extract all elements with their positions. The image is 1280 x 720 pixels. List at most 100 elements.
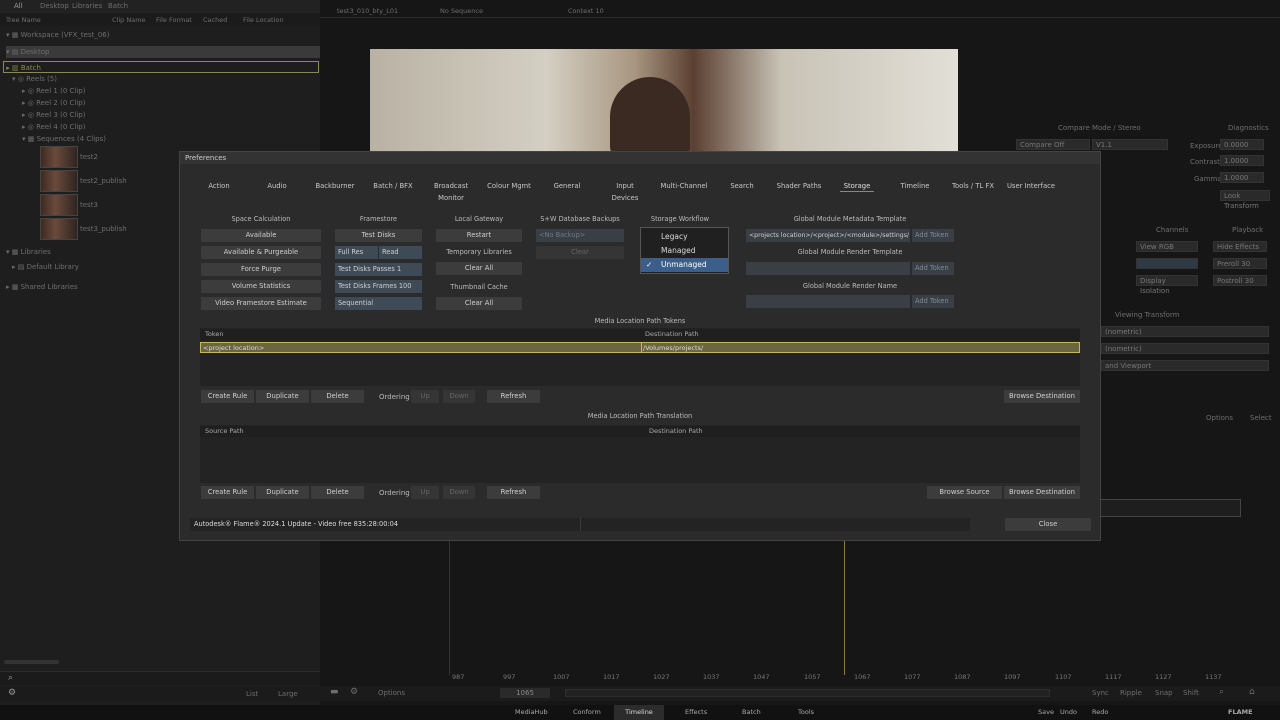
volume-statistics-button[interactable]: Volume Statistics (201, 280, 321, 293)
duplicate-button[interactable]: Duplicate (256, 390, 309, 403)
move-down-button[interactable]: Down (443, 486, 475, 499)
storage-workflow-menu[interactable]: Legacy Managed ✓ Unmanaged (640, 227, 729, 274)
tab-shader-paths[interactable]: Shader Paths (776, 180, 822, 192)
tab-effects[interactable]: Effects (685, 705, 707, 720)
col-destination-path[interactable]: Destination Path (649, 426, 703, 437)
duplicate-button[interactable]: Duplicate (256, 486, 309, 499)
gear-icon[interactable]: ⚙ (8, 688, 16, 698)
tab-timeline[interactable]: Timeline (614, 705, 664, 720)
metadata-template-field[interactable]: <projects location>/<project>/<module>/s… (746, 229, 910, 242)
move-up-button[interactable]: Up (411, 390, 439, 403)
sequential-dropdown[interactable]: Sequential (335, 297, 422, 310)
render-name-field[interactable] (746, 295, 910, 308)
create-rule-button[interactable]: Create Rule (201, 390, 254, 403)
read-dropdown[interactable]: Read (379, 246, 422, 259)
tab-user-interface[interactable]: User Interface (1006, 180, 1056, 192)
viewer-tab-context[interactable]: Context 10 (568, 4, 604, 18)
render-template-add-token-dropdown[interactable]: Add Token (912, 262, 954, 275)
contrast-field[interactable]: 1.0000 (1220, 155, 1264, 166)
options-dropdown[interactable]: Options (1206, 414, 1233, 422)
render-name-add-token-dropdown[interactable]: Add Token (912, 295, 954, 308)
test-disks-passes-field[interactable]: Test Disks Passes 1 (335, 263, 422, 276)
force-purge-button[interactable]: Force Purge (201, 263, 321, 276)
menu-item-unmanaged[interactable]: ✓ Unmanaged (641, 258, 728, 272)
tab-backburner[interactable]: Backburner (313, 180, 357, 192)
tab-batch-bfx[interactable]: Batch / BFX (371, 180, 415, 192)
tab-general[interactable]: General (551, 180, 583, 192)
timeline-view-icon[interactable]: ▬ (330, 687, 339, 697)
tree-shared-libraries[interactable]: ▸ ▦ Shared Libraries (6, 281, 78, 293)
version-dropdown[interactable]: V1.1 (1092, 139, 1168, 150)
gamma-field[interactable]: 1.0000 (1220, 172, 1264, 183)
tab-storage[interactable]: Storage (840, 180, 874, 192)
col-file-location[interactable]: File Location (243, 14, 283, 26)
col-file-format[interactable]: File Format (156, 14, 192, 26)
frame-counter[interactable]: 1065 (500, 688, 550, 698)
refresh-button[interactable]: Refresh (487, 390, 540, 403)
tab-tools-tl-fx[interactable]: Tools / TL FX (950, 180, 996, 192)
hide-effects-button[interactable]: Hide Effects (1213, 241, 1267, 252)
tree-workspace[interactable]: ▾ ▦ Workspace (VFX_test_06) (6, 29, 110, 41)
viewing-transform-item[interactable]: and Viewport (1101, 360, 1269, 371)
tree-batch[interactable]: ▸ ▥ Batch (3, 61, 319, 73)
view-list-button[interactable]: List (246, 690, 258, 698)
home-icon[interactable]: ⌂ (1249, 687, 1255, 697)
tree-reel-2[interactable]: ▸ ◎ Reel 2 (0 Clip) (22, 97, 85, 109)
save-button[interactable]: Save (1038, 705, 1054, 720)
backup-dropdown[interactable]: <No Backup> (536, 229, 624, 242)
tab-timeline[interactable]: Timeline (898, 180, 932, 192)
tab-libraries[interactable]: Libraries (72, 0, 102, 13)
view-large-button[interactable]: Large (278, 690, 298, 698)
render-template-field[interactable] (746, 262, 910, 275)
metadata-add-token-dropdown[interactable]: Add Token (912, 229, 954, 242)
tree-libraries[interactable]: ▾ ▦ Libraries (6, 246, 51, 258)
menu-item-managed[interactable]: Managed (641, 244, 728, 258)
look-transform-button[interactable]: Look Transform (1220, 190, 1270, 210)
shift-button[interactable]: Shift (1183, 689, 1199, 697)
timeline-gear-icon[interactable]: ⚙ (350, 687, 358, 697)
table-row[interactable]: <project location> /Volumes/projects/ (200, 342, 1080, 353)
preroll-field[interactable]: Preroll 30 (1213, 258, 1267, 269)
close-button[interactable]: Close (1005, 518, 1091, 531)
media-scrollbar[interactable] (4, 660, 59, 664)
tab-batch[interactable]: Batch (742, 705, 761, 720)
video-framestore-estimate-button[interactable]: Video Framestore Estimate (201, 297, 321, 310)
viewing-transform-item[interactable]: (nometric) (1101, 326, 1269, 337)
tree-reel-3[interactable]: ▸ ◎ Reel 3 (0 Clip) (22, 109, 85, 121)
tab-audio[interactable]: Audio (260, 180, 294, 192)
tab-tools[interactable]: Tools (798, 705, 814, 720)
col-tree-name[interactable]: Tree Name (6, 14, 41, 26)
redo-button[interactable]: Redo (1092, 705, 1108, 720)
tab-input-devices[interactable]: Input Devices (602, 180, 648, 202)
tab-multi-channel[interactable]: Multi-Channel (660, 180, 708, 192)
tab-action[interactable]: Action (200, 180, 238, 192)
viewer-tab-clip[interactable]: test3_010_bty_L01 (337, 4, 398, 18)
clear-backup-button[interactable]: Clear (536, 246, 624, 259)
col-destination-path[interactable]: Destination Path (645, 329, 699, 340)
clear-thumbnail-cache-button[interactable]: Clear All (436, 297, 522, 310)
tab-broadcast-monitor[interactable]: Broadcast Monitor (423, 180, 479, 202)
timeline-track[interactable] (1100, 499, 1241, 517)
col-source-path[interactable]: Source Path (205, 426, 244, 437)
browse-destination-button[interactable]: Browse Destination (1004, 486, 1080, 499)
delete-button[interactable]: Delete (311, 390, 364, 403)
col-cached[interactable]: Cached (203, 14, 227, 26)
select-tool[interactable]: Select (1250, 414, 1272, 422)
ripple-button[interactable]: Ripple (1120, 689, 1142, 697)
viewer-tab-sequence[interactable]: No Sequence (440, 4, 483, 18)
tree-reels[interactable]: ▾ ◎ Reels (5) (12, 73, 57, 85)
compare-off-dropdown[interactable]: Compare Off (1016, 139, 1090, 150)
clear-temp-libraries-button[interactable]: Clear All (436, 262, 522, 275)
channel-toggles[interactable] (1136, 258, 1198, 269)
tab-all[interactable]: All (14, 0, 23, 13)
search-bar[interactable]: ⌕ (0, 671, 320, 685)
timeline-options-dropdown[interactable]: Options (378, 689, 405, 697)
viewing-transform-item[interactable]: (nometric) (1101, 343, 1269, 354)
tab-mediahub[interactable]: MediaHub (515, 705, 548, 720)
available-purgeable-button[interactable]: Available & Purgeable (201, 246, 321, 259)
test-disks-frames-field[interactable]: Test Disks Frames 100 (335, 280, 422, 293)
tree-desktop[interactable]: ▾ ▤ Desktop (6, 46, 320, 58)
tree-default-library[interactable]: ▸ ▤ Default Library (12, 261, 79, 273)
delete-button[interactable]: Delete (311, 486, 364, 499)
available-button[interactable]: Available (201, 229, 321, 242)
